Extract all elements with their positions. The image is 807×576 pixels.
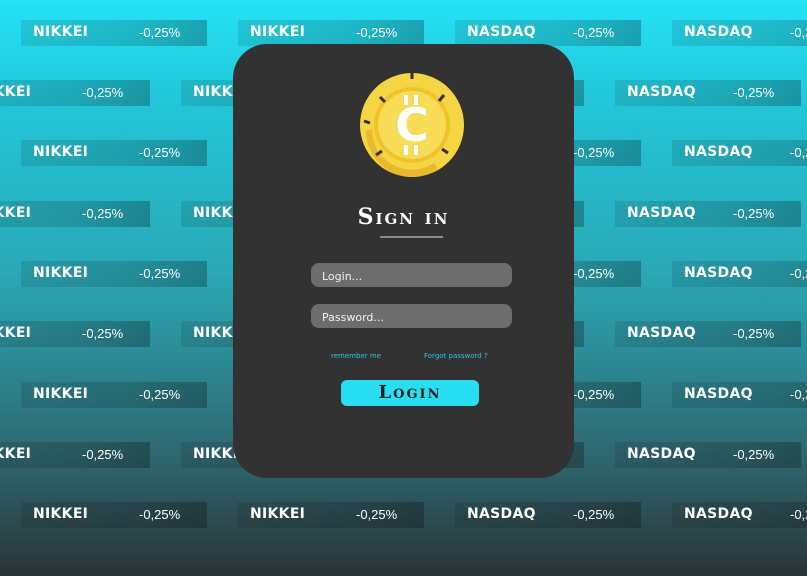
ticker-name: NASDAQ: [684, 506, 753, 522]
ticker-change: -0,25%: [573, 145, 615, 160]
ticker-change: -0,25%: [573, 387, 615, 402]
ticker-change: -0,25%: [82, 447, 124, 462]
ticker-name: NASDAQ: [467, 506, 536, 522]
ticker-name: NASDAQ: [467, 24, 536, 40]
ticker-name: NIKKEI: [33, 265, 89, 281]
ticker-tile: NIKKEI -0,25%: [21, 382, 207, 408]
ticker-tile: NASDAQ -0,25%: [455, 502, 641, 528]
ticker-name: NASDAQ: [684, 24, 753, 40]
ticker-name: NIKKEI: [33, 506, 89, 522]
ticker-change: -0,25%: [573, 266, 615, 281]
ticker-name: NASDAQ: [627, 325, 696, 341]
login-input[interactable]: [311, 263, 512, 287]
ticker-tile: NIKKEI -0,25%: [0, 201, 150, 227]
coin-symbol: C: [395, 98, 429, 152]
ticker-name: NIKKEI: [33, 144, 89, 160]
ticker-change: -0,25%: [733, 85, 775, 100]
ticker-change: -0,25%: [356, 25, 398, 40]
ticker-name: NIKKEI: [0, 446, 32, 462]
ticker-name: NIKKEI: [33, 386, 89, 402]
ticker-tile: NASDAQ -0,25%: [615, 442, 801, 468]
ticker-tile: NIKKEI -0,25%: [21, 261, 207, 287]
ticker-name: NIKKEI: [250, 506, 306, 522]
ticker-change: -0,25%: [790, 266, 807, 281]
ticker-tile: NIKKEI -0,25%: [0, 80, 150, 106]
ticker-tile: NIKKEI -0,25%: [21, 140, 207, 166]
ticker-change: -0,25%: [139, 145, 181, 160]
ticker-change: -0,25%: [82, 85, 124, 100]
ticker-name: NIKKEI: [0, 84, 32, 100]
ticker-row: NIKKEI-0,25%NIKKEI-0,25%NASDAQ-0,25%NASD…: [0, 502, 807, 528]
ticker-change: -0,25%: [82, 326, 124, 341]
ticker-change: -0,25%: [733, 447, 775, 462]
ticker-change: -0,25%: [139, 266, 181, 281]
ticker-name: NIKKEI: [33, 24, 89, 40]
crypto-coin-icon: C: [360, 73, 464, 178]
ticker-change: -0,25%: [573, 507, 615, 522]
ticker-row: NIKKEI-0,25%NIKKEI-0,25%NASDAQ-0,25%NASD…: [0, 20, 807, 46]
ticker-name: NIKKEI: [250, 24, 306, 40]
ticker-tile: NASDAQ -0,25%: [672, 140, 807, 166]
ticker-tile: NIKKEI -0,25%: [0, 321, 150, 347]
ticker-tile: NIKKEI -0,25%: [0, 442, 150, 468]
remember-me-link[interactable]: remember me: [331, 352, 381, 360]
ticker-change: -0,25%: [790, 387, 807, 402]
ticker-change: -0,25%: [139, 507, 181, 522]
ticker-tile: NASDAQ -0,25%: [615, 80, 801, 106]
ticker-name: NASDAQ: [684, 265, 753, 281]
login-card: C Sign in remember me Forgot password ? …: [233, 44, 574, 478]
password-input[interactable]: [311, 304, 512, 328]
ticker-tile: NIKKEI -0,25%: [238, 502, 424, 528]
ticker-name: NASDAQ: [684, 144, 753, 160]
ticker-name: NASDAQ: [684, 386, 753, 402]
ticker-change: -0,25%: [733, 326, 775, 341]
ticker-change: -0,25%: [573, 25, 615, 40]
title-underline: [380, 236, 443, 238]
ticker-change: -0,25%: [82, 206, 124, 221]
ticker-tile: NASDAQ -0,25%: [672, 261, 807, 287]
ticker-change: -0,25%: [139, 25, 181, 40]
ticker-name: NASDAQ: [627, 205, 696, 221]
ticker-tile: NASDAQ -0,25%: [615, 201, 801, 227]
ticker-change: -0,25%: [790, 507, 807, 522]
ticker-name: NASDAQ: [627, 84, 696, 100]
ticker-change: -0,25%: [733, 206, 775, 221]
sign-in-title: Sign in: [357, 204, 450, 230]
ticker-tile: NIKKEI -0,25%: [238, 20, 424, 46]
login-button[interactable]: Login: [341, 380, 479, 406]
forgot-password-link[interactable]: Forgot password ?: [424, 352, 488, 360]
ticker-tile: NIKKEI -0,25%: [21, 20, 207, 46]
ticker-tile: NIKKEI -0,25%: [21, 502, 207, 528]
ticker-name: NIKKEI: [0, 325, 32, 341]
ticker-tile: NASDAQ -0,25%: [615, 321, 801, 347]
ticker-tile: NASDAQ -0,25%: [672, 382, 807, 408]
ticker-change: -0,25%: [790, 145, 807, 160]
ticker-tile: NASDAQ -0,25%: [455, 20, 641, 46]
ticker-tile: NASDAQ -0,25%: [672, 20, 807, 46]
ticker-change: -0,25%: [139, 387, 181, 402]
ticker-change: -0,25%: [356, 507, 398, 522]
ticker-name: NIKKEI: [0, 205, 32, 221]
ticker-name: NASDAQ: [627, 446, 696, 462]
ticker-change: -0,25%: [790, 25, 807, 40]
ticker-tile: NASDAQ -0,25%: [672, 502, 807, 528]
